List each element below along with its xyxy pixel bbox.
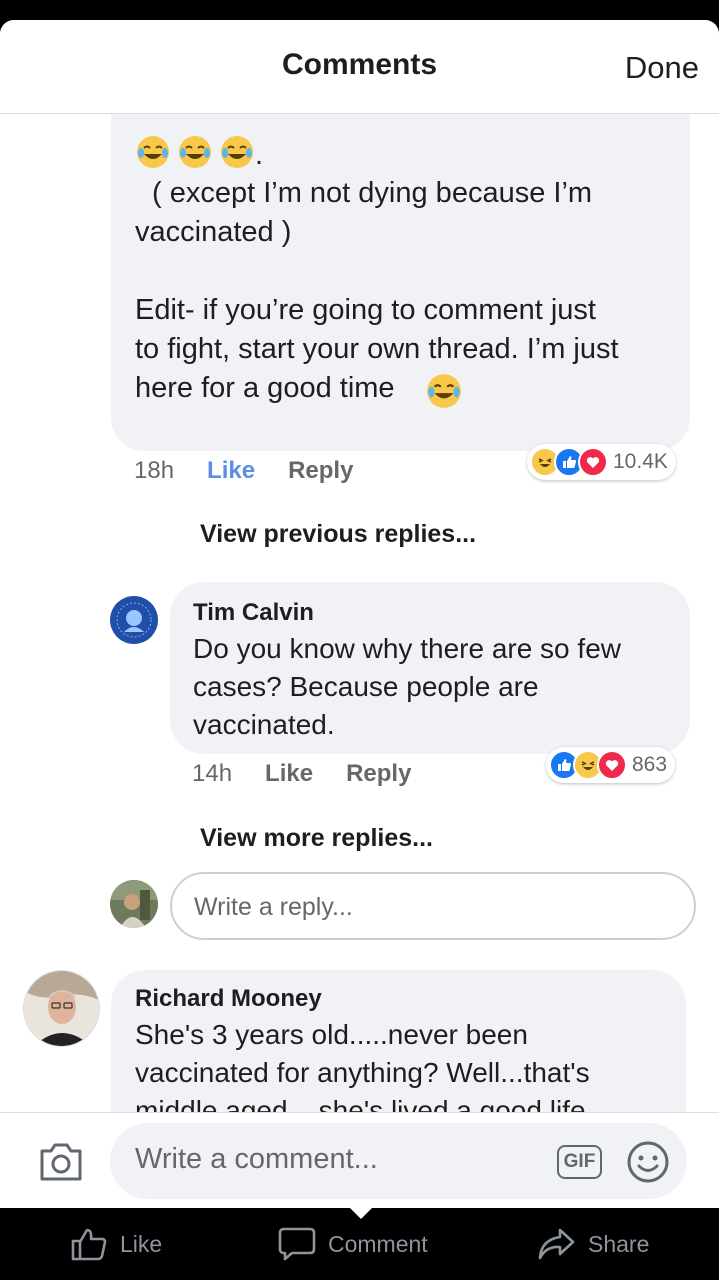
reaction-count: 10.4K xyxy=(613,450,668,473)
comment-composer: Write a comment... GIF xyxy=(0,1112,719,1208)
reply-button[interactable]: Reply xyxy=(288,457,353,485)
view-previous-replies[interactable]: View previous replies... xyxy=(200,520,476,549)
reaction-summary[interactable]: 10.4K xyxy=(527,444,676,480)
comment-thread[interactable]: . ( except I’m not dying because I’m vac… xyxy=(0,114,719,1112)
comment-meta: 18h Like Reply xyxy=(134,457,386,485)
reply-timestamp: 14h xyxy=(192,760,233,787)
gif-button[interactable]: GIF xyxy=(557,1145,602,1179)
tears-of-joy-icon xyxy=(427,374,461,408)
status-bar xyxy=(0,0,719,20)
share-action-button[interactable]: Share xyxy=(538,1226,649,1262)
avatar[interactable] xyxy=(110,596,158,644)
emoji-icon[interactable] xyxy=(626,1140,670,1184)
active-tab-indicator xyxy=(347,1205,375,1219)
speech-bubble-icon xyxy=(278,1227,316,1261)
page-title: Comments xyxy=(281,48,438,81)
reply-text: Do you know why there are so few cases? … xyxy=(193,633,621,740)
comment-action-label: Comment xyxy=(328,1230,428,1257)
reply-author[interactable]: Tim Calvin xyxy=(193,598,314,628)
comment-author[interactable]: Richard Mooney xyxy=(135,984,322,1014)
reaction-summary[interactable]: 863 xyxy=(546,747,676,783)
reaction-count: 863 xyxy=(632,753,668,776)
avatar[interactable] xyxy=(23,970,100,1047)
like-button[interactable]: Like xyxy=(265,760,313,788)
love-reaction-icon xyxy=(578,447,608,477)
reply-input[interactable]: Write a reply... xyxy=(170,872,696,940)
comments-header: Comments Done xyxy=(0,20,719,114)
comment-bubble: . ( except I’m not dying because I’m vac… xyxy=(111,114,690,451)
comment-text: ( except I’m not dying because I’m vacci… xyxy=(135,177,619,404)
laughing-emoji-row: . xyxy=(135,134,263,170)
reply-bubble: Tim Calvin Do you know why there are so … xyxy=(170,582,690,754)
tears-of-joy-icon xyxy=(179,136,211,168)
like-action-label: Like xyxy=(120,1230,163,1257)
love-reaction-icon xyxy=(597,750,627,780)
view-more-replies[interactable]: View more replies... xyxy=(200,824,433,853)
like-action-button[interactable]: Like xyxy=(70,1226,162,1262)
comment-bubble: Richard Mooney She's 3 years old.....nev… xyxy=(111,970,686,1112)
comment-text: She's 3 years old.....never been vaccina… xyxy=(135,1019,609,1112)
share-action-label: Share xyxy=(588,1230,650,1257)
tears-of-joy-icon xyxy=(137,136,169,168)
comments-sheet: Comments Done . ( except I’m not dying b… xyxy=(0,20,719,1208)
comment-action-button[interactable]: Comment xyxy=(278,1226,428,1262)
share-arrow-icon xyxy=(538,1228,575,1260)
current-user-avatar xyxy=(110,880,158,928)
done-button[interactable]: Done xyxy=(625,50,699,86)
reply-button[interactable]: Reply xyxy=(346,760,411,788)
reply-meta: 14h Like Reply xyxy=(192,760,444,788)
thumbs-up-icon xyxy=(71,1228,107,1261)
tears-of-joy-icon xyxy=(221,136,253,168)
camera-icon[interactable] xyxy=(38,1139,84,1185)
comment-input-placeholder: Write a comment... xyxy=(135,1143,378,1175)
comment-timestamp: 18h xyxy=(134,457,175,484)
like-button[interactable]: Like xyxy=(207,457,255,485)
